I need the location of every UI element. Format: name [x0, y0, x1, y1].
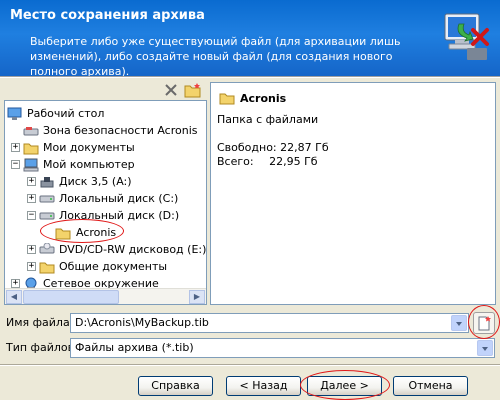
tree-item-my-computer[interactable]: − Мой компьютер: [11, 156, 135, 173]
help-button[interactable]: Справка: [138, 376, 213, 396]
free-value: 22,87 Гб: [280, 141, 329, 154]
tree-item-network[interactable]: + Сетевое окружение: [11, 275, 159, 288]
tree-item-label: Сетевое окружение: [43, 277, 159, 288]
tree-toolbar: [160, 82, 210, 98]
expand-icon[interactable]: +: [27, 194, 36, 203]
tree-item-drive-d[interactable]: − Локальный диск (D:): [27, 207, 179, 224]
info-free-space: Свободно: 22,87 Гб: [217, 141, 329, 154]
tree-item-floppy[interactable]: + Диск 3,5 (A:): [27, 173, 132, 190]
expand-icon[interactable]: +: [11, 279, 20, 288]
back-button[interactable]: < Назад: [226, 376, 301, 396]
filetype-value: Файлы архива (*.tib): [75, 341, 194, 354]
total-value: 22,95 Гб: [269, 155, 318, 168]
secure-zone-icon: [23, 126, 39, 135]
tree-item-label: Локальный диск (C:): [59, 192, 179, 205]
backup-computer-icon: [444, 13, 489, 60]
folder-icon: [23, 143, 39, 154]
create-new-file-button[interactable]: [473, 312, 495, 334]
folder-open-icon: [55, 228, 71, 239]
expand-icon[interactable]: +: [27, 262, 36, 271]
tree-item-label: Acronis: [76, 226, 117, 239]
folder-tree[interactable]: Рабочий стол Зона безопасности Acronis +…: [5, 101, 206, 288]
header-divider: [0, 76, 500, 78]
filename-dropdown-button[interactable]: [451, 315, 467, 331]
wizard-header: Место сохранения архива Выберите либо уж…: [0, 0, 500, 78]
floppy-icon: [40, 176, 54, 187]
cancel-button[interactable]: Отмена: [393, 376, 468, 396]
tree-item-label: Рабочий стол: [27, 107, 105, 120]
delete-icon[interactable]: [164, 83, 178, 97]
expand-icon[interactable]: +: [27, 177, 36, 186]
info-folder-type: Папка с файлами: [217, 113, 319, 126]
total-label: Всего:: [217, 155, 254, 168]
cd-drive-icon: [39, 242, 55, 253]
tree-horizontal-scrollbar[interactable]: ◀ ▶: [5, 288, 206, 304]
hard-drive-icon: [39, 195, 55, 202]
info-total-space: Всего: 22,95 Гб: [217, 155, 318, 168]
tree-item-label: Зона безопасности Acronis: [43, 124, 198, 137]
tree-item-label: Мой компьютер: [43, 158, 135, 171]
wizard-title: Место сохранения архива: [10, 8, 205, 23]
scroll-right-icon[interactable]: ▶: [189, 290, 205, 304]
folder-icon: [219, 93, 235, 105]
computer-icon: [23, 158, 39, 171]
info-folder-name: Acronis: [240, 91, 287, 105]
collapse-icon[interactable]: −: [11, 160, 20, 169]
footer-divider: [0, 364, 500, 366]
tree-item-label: Общие документы: [59, 260, 168, 273]
tree-item-my-documents[interactable]: + Мои документы: [11, 139, 135, 156]
wizard-subtitle: Выберите либо уже существующий файл (для…: [30, 35, 401, 78]
filename-label: Имя файла:: [6, 316, 74, 329]
folder-icon: [39, 262, 55, 273]
free-label: Свободно:: [217, 141, 277, 154]
new-file-icon: [478, 316, 491, 331]
tree-item-desktop[interactable]: Рабочий стол: [7, 105, 104, 122]
folder-tree-panel[interactable]: Рабочий стол Зона безопасности Acronis +…: [4, 100, 207, 305]
collapse-icon[interactable]: −: [27, 211, 36, 220]
filename-value: D:\Acronis\MyBackup.tib: [75, 316, 209, 329]
tree-item-dvd-drive[interactable]: + DVD/CD-RW дисковод (E:) У: [27, 241, 206, 258]
next-button[interactable]: Далее >: [307, 376, 382, 396]
tree-item-acronis[interactable]: Acronis: [55, 224, 117, 241]
tree-item-label: Мои документы: [43, 141, 135, 154]
filetype-select[interactable]: Файлы архива (*.tib): [70, 338, 495, 358]
tree-item-label: DVD/CD-RW дисковод (E:) У: [59, 243, 206, 256]
filetype-dropdown-button[interactable]: [477, 340, 493, 356]
tree-item-label: Локальный диск (D:): [59, 209, 180, 222]
network-icon: [25, 277, 37, 288]
filetype-label: Тип файлов:: [6, 341, 78, 354]
tree-item-drive-c[interactable]: + Локальный диск (C:): [27, 190, 178, 207]
tree-item-shared-documents[interactable]: + Общие документы: [27, 258, 167, 275]
scroll-left-icon[interactable]: ◀: [6, 290, 22, 304]
filename-input[interactable]: D:\Acronis\MyBackup.tib: [70, 313, 469, 333]
desktop-icon: [7, 107, 22, 120]
info-title: Acronis: [219, 91, 286, 105]
scroll-thumb[interactable]: [23, 290, 119, 304]
folder-info-panel: Acronis Папка с файлами Свободно: 22,87 …: [210, 82, 496, 305]
tree-item-secure-zone[interactable]: Зона безопасности Acronis: [23, 122, 198, 139]
expand-icon[interactable]: +: [11, 143, 20, 152]
tree-item-label: Диск 3,5 (A:): [59, 175, 132, 188]
hard-drive-icon: [39, 212, 55, 219]
new-folder-icon[interactable]: [184, 82, 202, 98]
expand-icon[interactable]: +: [27, 245, 36, 254]
